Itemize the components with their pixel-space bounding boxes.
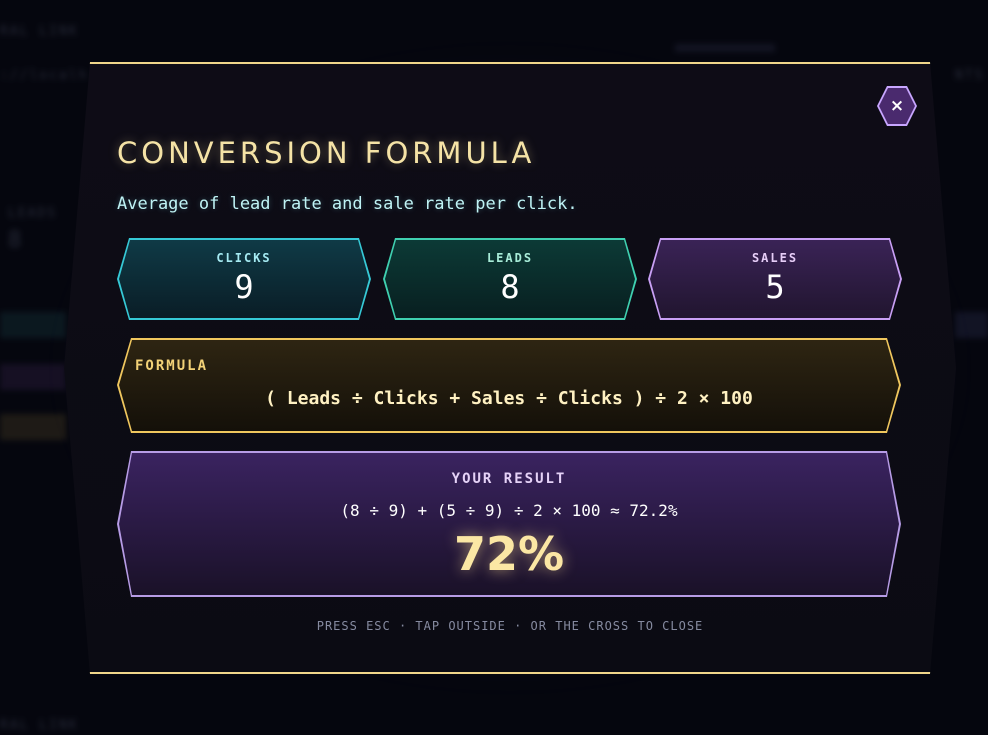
stat-card-sales: SALES 5 [648,238,902,320]
modal-title: CONVERSION FORMULA [117,136,536,170]
result-panel: YOUR RESULT (8 ÷ 9) + (5 ÷ 9) ÷ 2 × 100 … [117,451,901,597]
formula-expression: ( Leads ÷ Clicks + Sales ÷ Clicks ) ÷ 2 … [265,388,753,409]
conversion-formula-modal: × CONVERSION FORMULA Average of lead rat… [64,62,956,674]
modal-subtitle: Average of lead rate and sale rate per c… [117,194,578,214]
formula-panel: FORMULA ( Leads ÷ Clicks + Sales ÷ Click… [117,338,901,433]
formula-label: FORMULA [135,358,209,374]
stat-label-sales: SALES [751,251,799,265]
close-button[interactable]: × [877,86,917,126]
stat-label-clicks: CLICKS [216,251,272,265]
result-label: YOUR RESULT [451,471,567,487]
close-icon: × [889,96,905,116]
result-value: 72% [453,527,565,581]
stat-card-leads: LEADS 8 [383,238,637,320]
stat-card-clicks: CLICKS 9 [117,238,371,320]
stat-value-leads: 8 [500,268,520,306]
stat-value-sales: 5 [765,268,785,306]
stat-value-clicks: 9 [234,268,254,306]
result-calculation: (8 ÷ 9) + (5 ÷ 9) ÷ 2 × 100 ≈ 72.2% [340,501,678,520]
close-hint: PRESS ESC · TAP OUTSIDE · OR THE CROSS T… [316,619,704,633]
stat-label-leads: LEADS [486,251,534,265]
